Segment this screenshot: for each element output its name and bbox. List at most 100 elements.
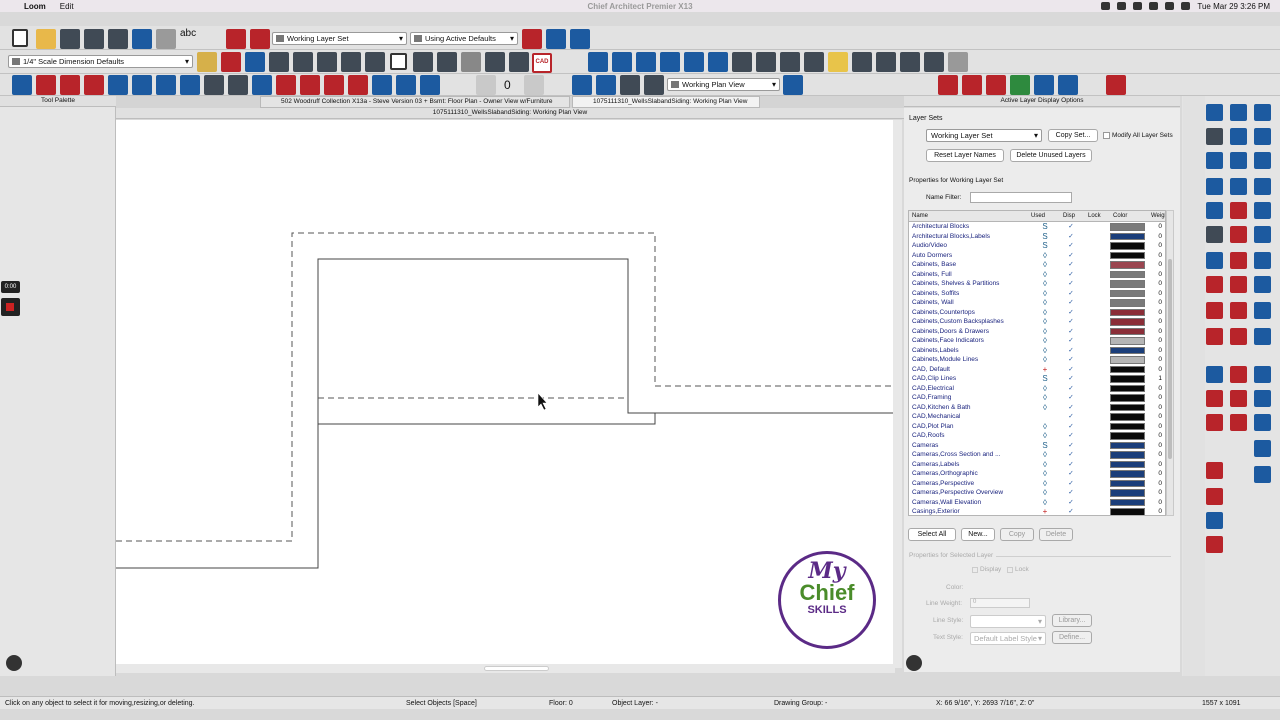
camera-icon[interactable] [612, 52, 632, 72]
display-check-icon[interactable]: ✓ [1067, 260, 1075, 270]
layer-row[interactable]: Cabinets,Labels ◊ ✓ 0 [909, 346, 1165, 356]
tool-icon[interactable] [1206, 536, 1223, 553]
display-check-icon[interactable]: ✓ [1067, 355, 1075, 365]
layer-color-swatch[interactable] [1110, 422, 1145, 430]
arc-icon[interactable] [1206, 276, 1223, 293]
layer-color-swatch[interactable] [1110, 375, 1145, 383]
display-check-icon[interactable]: ✓ [1067, 270, 1075, 280]
col-name[interactable]: Name [912, 211, 928, 222]
menu-app[interactable]: Loom [24, 2, 46, 11]
layer-set-dropdown[interactable]: Working Layer Set [926, 129, 1042, 142]
layer-set-select[interactable]: Working Layer Set [272, 32, 407, 45]
menu-edit[interactable]: Edit [60, 2, 74, 11]
new-layer-button[interactable]: New... [961, 528, 995, 541]
tool-icon[interactable] [1206, 512, 1223, 529]
house-icon[interactable] [804, 52, 824, 72]
display-check-icon[interactable]: ✓ [1067, 441, 1075, 451]
layer-weight[interactable]: 0 [1152, 355, 1162, 365]
col-used[interactable]: Used [1031, 211, 1045, 222]
display-check-icon[interactable]: ✓ [1067, 488, 1075, 498]
status-icon[interactable] [1133, 2, 1143, 10]
layer-row[interactable]: Cabinets,Doors & Drawers ◊ ✓ 0 [909, 327, 1165, 337]
tab-owner-view[interactable]: 502 Woodruff Collection X13a - Steve Ver… [260, 96, 570, 108]
pan-icon[interactable] [1254, 252, 1271, 269]
layer-weight[interactable]: 0 [1152, 336, 1162, 346]
layer-row[interactable]: Auto Dormers ◊ ✓ 0 [909, 251, 1165, 261]
col-color[interactable]: Color [1113, 211, 1127, 222]
layer-row[interactable]: CAD, Default + ✓ 0 [909, 365, 1165, 375]
text-icon[interactable] [221, 52, 241, 72]
layer-weight[interactable]: 0 [1152, 469, 1162, 479]
box-icon[interactable] [420, 75, 440, 95]
layer-row[interactable]: CAD,Kitchen & Bath ◊ ✓ 0 [909, 403, 1165, 413]
house-icon[interactable] [252, 75, 272, 95]
layer-row[interactable]: Cabinets,Countertops ◊ ✓ 0 [909, 308, 1165, 318]
tool-icon[interactable] [1206, 302, 1223, 319]
layer-color-swatch[interactable] [1110, 280, 1145, 288]
layer-row[interactable]: Cabinets,Face Indicators ◊ ✓ 0 [909, 336, 1165, 346]
layer-row[interactable]: Cameras,Perspective Overview ◊ ✓ 0 [909, 488, 1165, 498]
layer-weight[interactable]: 0 [1152, 403, 1162, 413]
layer-row[interactable]: CAD,Clip Lines S ✓ 1 [909, 374, 1165, 384]
new-file-icon[interactable] [12, 29, 28, 47]
tool-icon[interactable] [1058, 75, 1078, 95]
cabinet-icon[interactable] [84, 75, 104, 95]
select-arrow-icon[interactable] [12, 75, 32, 95]
floor-plan-drawing[interactable] [116, 120, 895, 668]
tool-icon[interactable] [948, 52, 968, 72]
tool-icon[interactable] [1230, 178, 1247, 195]
layer-color-swatch[interactable] [1110, 432, 1145, 440]
stairs-icon[interactable] [156, 75, 176, 95]
layer-color-swatch[interactable] [1110, 327, 1145, 335]
stop-recording-button[interactable] [1, 298, 20, 316]
layer-color-swatch[interactable] [1110, 508, 1145, 515]
layer-color-swatch[interactable] [1110, 270, 1145, 278]
view-icon[interactable] [620, 75, 640, 95]
view-icon[interactable] [572, 75, 592, 95]
gear-icon[interactable] [906, 655, 922, 671]
line-icon[interactable] [269, 52, 289, 72]
display-check-icon[interactable]: ✓ [1067, 232, 1075, 242]
layer-weight[interactable]: 0 [1152, 222, 1162, 232]
tool-icon[interactable] [485, 52, 505, 72]
rectangle-icon[interactable] [390, 53, 407, 70]
layer-color-swatch[interactable] [1110, 479, 1145, 487]
layer-row[interactable]: Architectural Blocks,Labels S ✓ 0 [909, 232, 1165, 242]
tool-icon[interactable] [1010, 75, 1030, 95]
text-style-select[interactable]: Default Label Style [970, 632, 1046, 645]
layer-row[interactable]: Cameras,Orthographic ◊ ✓ 0 [909, 469, 1165, 479]
tool-icon[interactable] [924, 52, 944, 72]
tool-icon[interactable] [1206, 328, 1223, 345]
view-icon[interactable] [596, 75, 616, 95]
ruler-icon[interactable] [197, 52, 217, 72]
layer-color-swatch[interactable] [1110, 403, 1145, 411]
chevron-up-icon[interactable] [524, 75, 544, 95]
clock-text[interactable]: Tue Mar 29 3:26 PM [1197, 2, 1270, 11]
delete-x-icon[interactable] [293, 52, 313, 72]
layer-row[interactable]: Casings,Exterior + ✓ 0 [909, 507, 1165, 515]
arc-icon[interactable] [1206, 462, 1223, 479]
house-icon[interactable] [588, 52, 608, 72]
drawing-canvas[interactable] [116, 120, 895, 668]
display-check-icon[interactable]: ✓ [1067, 308, 1075, 318]
display-check-icon[interactable]: ✓ [1067, 365, 1075, 375]
cad-icon[interactable]: CAD [532, 53, 552, 73]
display-check-icon[interactable]: ✓ [1067, 450, 1075, 460]
layer-weight[interactable]: 0 [1152, 279, 1162, 289]
help-icon[interactable] [1206, 202, 1223, 219]
tool-icon[interactable] [1254, 178, 1271, 195]
display-check-icon[interactable]: ✓ [1067, 336, 1075, 346]
box-icon[interactable] [413, 52, 433, 72]
display-check-icon[interactable]: ✓ [1067, 422, 1075, 432]
layer-weight[interactable]: 0 [1152, 327, 1162, 337]
copy-set-button[interactable]: Copy Set... [1048, 129, 1098, 142]
print-icon[interactable] [84, 29, 104, 49]
tool-icon[interactable] [780, 52, 800, 72]
layer-row[interactable]: Cameras,Wall Elevation ◊ ✓ 0 [909, 498, 1165, 508]
tool-icon[interactable] [1206, 178, 1223, 195]
tool-icon[interactable] [1254, 466, 1271, 483]
layer-weight[interactable]: 0 [1152, 251, 1162, 261]
roof-icon[interactable] [276, 75, 296, 95]
layer-row[interactable]: Cabinets, Base ◊ ✓ 0 [909, 260, 1165, 270]
layer-color-swatch[interactable] [1110, 242, 1145, 250]
